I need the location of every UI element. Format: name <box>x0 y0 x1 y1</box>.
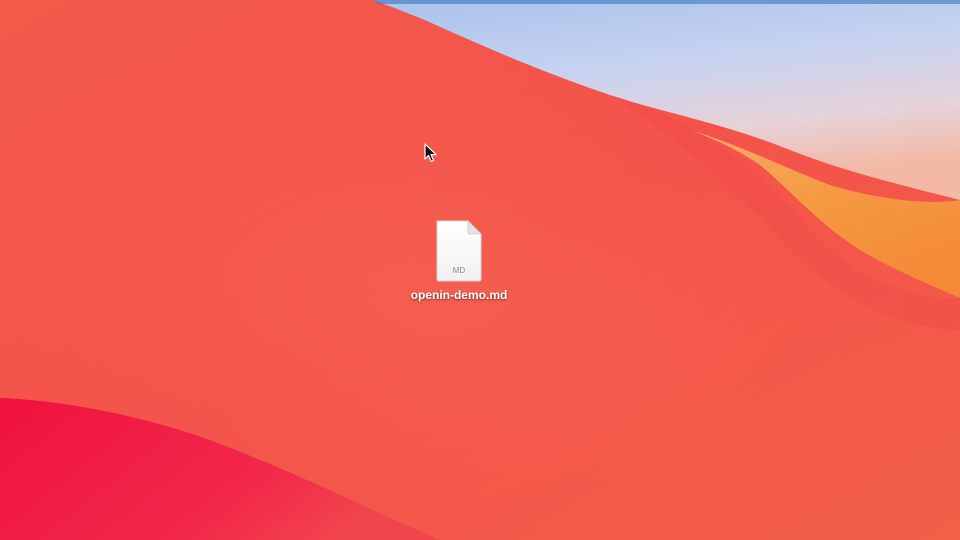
markdown-document-icon[interactable]: MD <box>434 220 484 282</box>
wallpaper-top-edge <box>372 0 960 4</box>
file-name-label[interactable]: openin-demo.md <box>411 288 508 302</box>
arrow-pointer-icon <box>424 143 437 163</box>
desktop-file-item[interactable]: MD openin-demo.md <box>404 220 514 302</box>
file-badge: MD <box>453 266 466 275</box>
desktop[interactable]: MD openin-demo.md <box>0 0 960 540</box>
